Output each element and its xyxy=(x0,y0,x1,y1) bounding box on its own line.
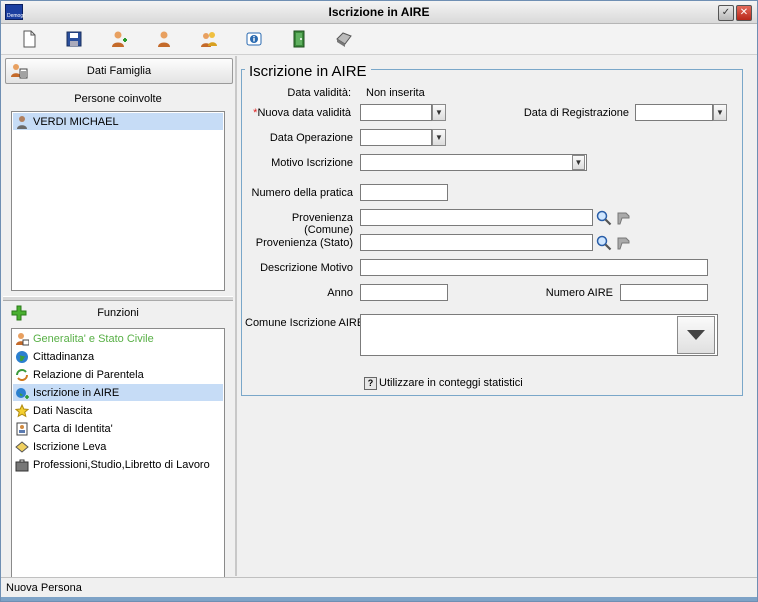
people-icon[interactable] xyxy=(199,29,219,49)
dati-famiglia-label: Dati Famiglia xyxy=(86,65,152,77)
funzioni-label: Funzioni xyxy=(97,307,139,319)
funzione-label: Relazione di Parentela xyxy=(33,368,144,381)
numero-pratica-label: Numero della pratica xyxy=(251,187,354,199)
funzione-label: Iscrizione in AIRE xyxy=(33,386,120,399)
list-item-persona[interactable]: VERDI MICHAEL xyxy=(13,113,223,130)
descrizione-motivo-label: Descrizione Motivo xyxy=(260,262,353,274)
anno-label: Anno xyxy=(327,287,353,299)
add-person-icon[interactable] xyxy=(109,29,129,49)
provenienza-comune-input[interactable] xyxy=(360,209,593,226)
motivo-iscrizione-label: Motivo Iscrizione xyxy=(271,157,353,169)
funzione-label: Professioni,Studio,Libretto di Lavoro xyxy=(33,458,210,471)
info-icon[interactable] xyxy=(244,29,264,49)
comune-iscrizione-label: Comune Iscrizione AIRE xyxy=(245,317,365,329)
motivo-dropdown-icon[interactable]: ▼ xyxy=(572,155,585,170)
dati-famiglia-button[interactable]: Dati Famiglia xyxy=(5,58,233,84)
statistici-label: Utilizzare in conteggi statistici xyxy=(379,377,523,389)
descrizione-motivo-input[interactable] xyxy=(360,259,708,276)
provenienza-stato-label: Provenienza (Stato) xyxy=(255,237,353,249)
data-registrazione-label: Data di Registrazione xyxy=(523,107,629,119)
family-icon xyxy=(15,368,29,382)
star-icon xyxy=(15,403,29,418)
data-registrazione-dropdown-icon[interactable]: ▼ xyxy=(713,104,727,121)
left-panel: Dati Famiglia Persone coinvolte VERDI MI… xyxy=(3,56,233,597)
print-icon[interactable] xyxy=(334,29,354,49)
search-icon[interactable] xyxy=(595,209,613,226)
funzione-label: Generalita' e Stato Civile xyxy=(33,332,154,345)
person-card-icon xyxy=(15,332,29,346)
globe-plus-icon xyxy=(15,386,29,400)
persone-coinvolte-label: Persone coinvolte xyxy=(74,93,162,105)
data-validita-value: Non inserita xyxy=(366,87,425,99)
persona-name: VERDI MICHAEL xyxy=(33,115,119,128)
new-document-icon[interactable] xyxy=(19,29,39,49)
numero-pratica-input[interactable] xyxy=(360,184,448,201)
data-operazione-dropdown-icon[interactable]: ▼ xyxy=(432,129,446,146)
statistici-checkbox[interactable]: ? xyxy=(364,377,377,390)
data-operazione-input[interactable] xyxy=(360,129,432,146)
funzione-label: Iscrizione Leva xyxy=(33,440,107,453)
vertical-splitter[interactable] xyxy=(235,56,237,576)
motivo-iscrizione-select[interactable] xyxy=(360,154,587,171)
save-icon[interactable] xyxy=(64,29,84,49)
comune-iscrizione-dropdown-button[interactable] xyxy=(677,316,715,354)
funzione-label: Cittadinanza xyxy=(33,350,95,363)
globe-icon xyxy=(15,350,29,364)
anno-input[interactable] xyxy=(360,284,448,301)
provenienza-comune-label: Provenienza (Comune) xyxy=(291,212,353,236)
main-window: Demogr Iscrizione in AIRE ✓ ✕ Dati Famig… xyxy=(0,0,758,602)
persone-list[interactable]: VERDI MICHAEL xyxy=(11,111,225,291)
search-icon[interactable] xyxy=(595,234,613,251)
ticket-icon xyxy=(15,440,29,454)
title-bar: Demogr Iscrizione in AIRE ✓ ✕ xyxy=(1,1,757,24)
data-validita-label: Data validità: xyxy=(287,87,351,99)
funzioni-list[interactable]: Generalita' e Stato Civile Cittadinanza … xyxy=(11,328,225,597)
funzione-label: Carta di Identita' xyxy=(33,422,113,435)
person-icon xyxy=(15,115,29,129)
nuova-data-validita-text: Nuova data validità xyxy=(257,107,351,119)
window-bottom-border xyxy=(1,597,757,601)
close-button[interactable]: ✕ xyxy=(736,5,752,21)
panel-splitter[interactable] xyxy=(3,296,233,301)
funzione-label: Dati Nascita xyxy=(33,404,93,417)
id-card-icon xyxy=(15,422,29,436)
funzione-generalita[interactable]: Generalita' e Stato Civile xyxy=(13,330,223,347)
exit-door-icon[interactable] xyxy=(289,29,309,49)
funzione-nascita[interactable]: Dati Nascita xyxy=(13,402,223,419)
nuova-data-validita-input[interactable] xyxy=(360,104,432,121)
eraser-icon[interactable] xyxy=(614,209,632,226)
data-operazione-label: Data Operazione xyxy=(269,132,353,144)
numero-aire-label: Numero AIRE xyxy=(545,287,613,299)
provenienza-stato-input[interactable] xyxy=(360,234,593,251)
comune-iscrizione-field[interactable] xyxy=(360,314,718,356)
briefcase-icon xyxy=(15,458,29,472)
funzione-parentela[interactable]: Relazione di Parentela xyxy=(13,366,223,383)
funzione-professioni[interactable]: Professioni,Studio,Libretto di Lavoro xyxy=(13,456,223,473)
funzione-aire[interactable]: Iscrizione in AIRE xyxy=(13,384,223,401)
funzione-leva[interactable]: Iscrizione Leva xyxy=(13,438,223,455)
eraser-icon[interactable] xyxy=(614,234,632,251)
person-icon[interactable] xyxy=(154,29,174,49)
funzione-cittadinanza[interactable]: Cittadinanza xyxy=(13,348,223,365)
numero-aire-input[interactable] xyxy=(620,284,708,301)
nuova-data-dropdown-icon[interactable]: ▼ xyxy=(432,104,446,121)
status-text: Nuova Persona xyxy=(6,582,82,594)
toolbar xyxy=(1,24,757,55)
form-legend: Iscrizione in AIRE xyxy=(245,63,371,80)
nuova-data-validita-label: *Nuova data validità xyxy=(245,107,351,119)
funzione-identita[interactable]: Carta di Identita' xyxy=(13,420,223,437)
data-registrazione-input[interactable] xyxy=(635,104,713,121)
chevron-down-icon xyxy=(687,330,705,340)
window-title: Iscrizione in AIRE xyxy=(328,5,430,19)
restore-button[interactable]: ✓ xyxy=(718,5,734,21)
